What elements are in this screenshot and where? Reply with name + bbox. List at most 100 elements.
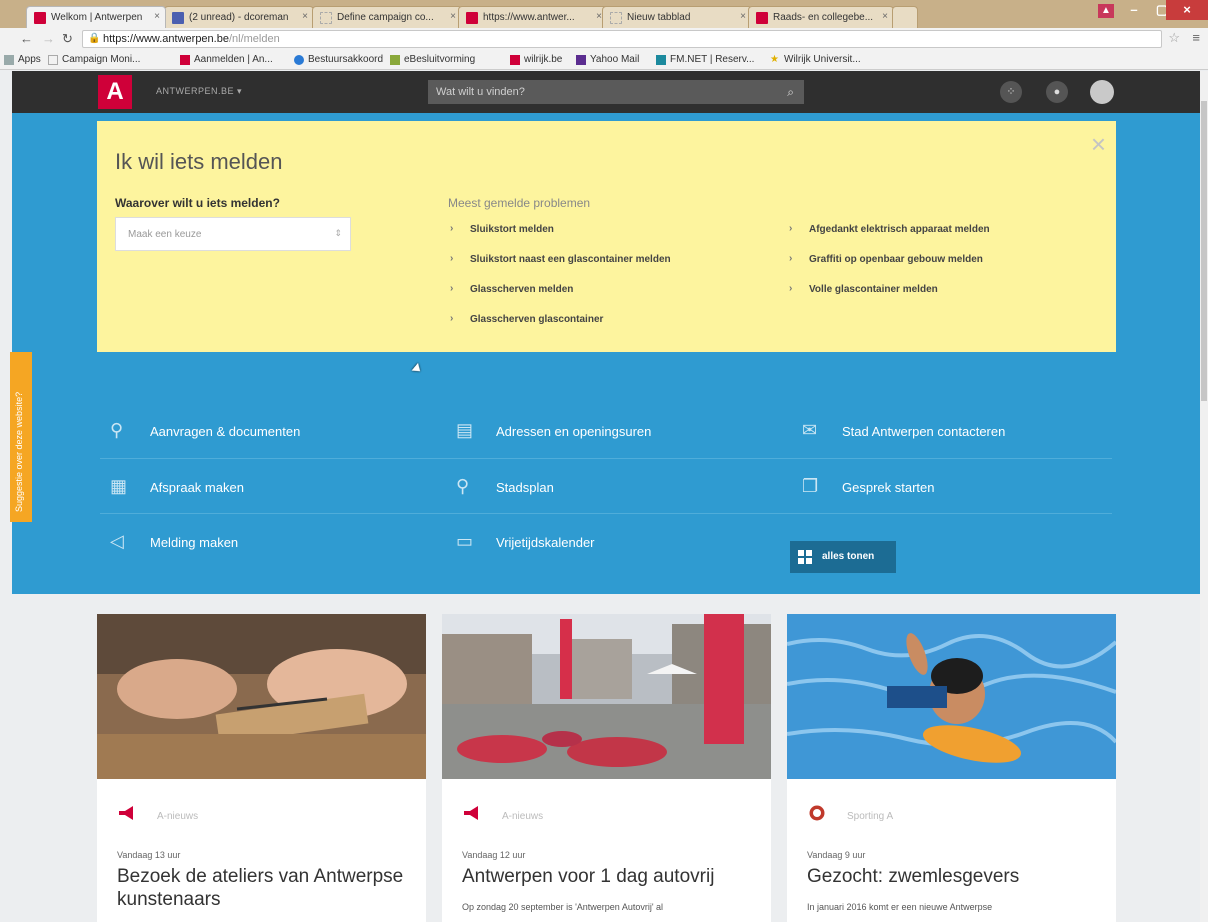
bookmark-item[interactable]: eBesluitvorming [390,54,475,65]
melden-link-label: Graffiti op openbaar gebouw melden [809,254,983,265]
antwerpen-favicon-icon [180,55,190,65]
chat-icon: ❐ [802,476,819,496]
select-placeholder: Maak een keuze [128,229,202,240]
close-window-button[interactable]: × [1166,0,1208,20]
close-tab-icon[interactable]: × [882,11,888,22]
news-title[interactable]: Antwerpen voor 1 dag autovrij [462,865,762,888]
melden-link[interactable]: › Volle glascontainer melden [787,283,938,295]
quick-link-stadsplan[interactable]: ⚲ Stadsplan [456,476,554,496]
bookmark-item[interactable]: Aanmelden | An... [180,54,273,65]
close-tab-icon[interactable]: × [450,11,456,22]
quick-link-aanvragen[interactable]: ⚲ Aanvragen & documenten [110,420,301,440]
antwerpen-logo[interactable]: A [98,75,132,109]
bookmark-label: Apps [18,54,41,65]
bookmark-item[interactable]: Yahoo Mail [576,54,639,65]
bookmark-label: Bestuursakkoord [308,54,384,65]
melden-link-label: Glasscherven glascontainer [470,314,604,325]
site-menu[interactable]: ANTWERPEN.BE ▾ [156,86,242,97]
melden-link[interactable]: › Glasscherven melden [448,283,573,295]
melden-link[interactable]: › Afgedankt elektrisch apparaat melden [787,223,990,235]
bookmark-label: FM.NET | Reserv... [670,54,755,65]
bookmarks-bar: Apps Campaign Moni... Aanmelden | An... … [0,50,1208,70]
bookmark-item[interactable]: FM.NET | Reserv... [656,54,754,65]
minimize-button[interactable]: – [1120,0,1148,20]
tab-label: Nieuw tabblad [627,12,691,23]
quick-link-melding[interactable]: ◁ Melding maken [110,531,238,551]
close-tab-icon[interactable]: × [154,11,160,22]
news-card[interactable]: Sporting A Vandaag 9 uur Gezocht: zwemle… [787,614,1116,922]
bookmark-item[interactable]: Bestuursakkoord [294,54,383,65]
browser-tab[interactable]: Raads- en collegebe... × [748,6,894,28]
news-title[interactable]: Gezocht: zwemlesgevers [807,865,1107,888]
bookmark-item[interactable]: Campaign Moni... [48,54,140,65]
melden-question: Waarover wilt u iets melden? [115,196,280,210]
melden-title: Ik wil iets melden [115,149,283,174]
page-icon [48,55,58,65]
browser-tab[interactable]: Welkom | Antwerpen × [26,6,166,28]
sporting-a-icon [809,805,825,821]
melden-link[interactable]: › Graffiti op openbaar gebouw melden [787,253,983,265]
scrollbar-thumb[interactable] [1201,101,1207,401]
page-scrollbar[interactable] [1200,71,1208,922]
url-path: /nl/melden [228,33,280,45]
megaphone-icon [119,806,133,820]
browser-tab[interactable]: Nieuw tabblad × [602,6,752,28]
search-icon[interactable]: ⌕ [787,85,794,100]
close-icon[interactable]: × [1091,129,1106,160]
quick-link-label: Adressen en openingsuren [496,424,652,439]
reload-icon[interactable]: ↻ [62,31,73,47]
quick-link-adressen[interactable]: ▤ Adressen en openingsuren [456,420,652,440]
quick-link-contacteren[interactable]: ✉ Stad Antwerpen contacteren [802,420,1005,440]
chevron-right-icon: › [450,313,454,324]
bookmark-item[interactable]: wilrijk.be [510,54,562,65]
apps-grid-icon [4,55,14,65]
map-pin-icon: ⚲ [456,476,470,496]
melden-link[interactable]: › Glasscherven glascontainer [448,313,604,325]
megaphone-icon [464,806,478,820]
menu-icon[interactable]: ≡ [1192,30,1200,45]
close-tab-icon[interactable]: × [740,11,746,22]
melden-link-label: Volle glascontainer melden [809,284,938,295]
close-tab-icon[interactable]: × [302,11,308,22]
site-search-input[interactable]: Wat wilt u vinden? ⌕ [428,80,804,104]
address-bar[interactable]: 🔒 https://www.antwerpen.be/nl/melden [82,30,1162,48]
browser-tab[interactable]: https://www.antwer... × [458,6,608,28]
new-tab-button[interactable] [892,6,918,28]
apps-grid-icon[interactable]: ⁘ [1000,81,1022,103]
melden-link[interactable]: › Sluikstort naast een glascontainer meld… [448,253,671,265]
quick-link-label: Aanvragen & documenten [150,424,301,439]
quick-link-gesprek[interactable]: ❐ Gesprek starten [802,476,935,496]
chevron-right-icon: › [450,223,454,234]
url-host: https://www.antwerpen.be [103,33,229,45]
back-icon[interactable]: ← [20,31,33,46]
news-category: A-nieuws [157,811,199,822]
melden-link-label: Sluikstort naast een glascontainer melde… [470,254,671,265]
news-title[interactable]: Bezoek de ateliers van Antwerpse kunsten… [117,865,417,911]
bookmark-star-icon[interactable]: ☆ [1168,30,1180,46]
browser-tab[interactable]: Define campaign co... × [312,6,462,28]
quick-link-afspraak[interactable]: ▦ Afspraak maken [110,476,244,496]
bookmark-label: Campaign Moni... [62,54,141,65]
ticket-icon: ▭ [456,531,474,551]
melden-select[interactable]: Maak een keuze ⇕ [115,217,351,251]
news-image-swimming [787,614,1116,779]
tab-label: Define campaign co... [337,12,434,23]
grid-icon [798,550,812,564]
show-all-button[interactable]: alles tonen [790,541,896,573]
browser-tab[interactable]: (2 unread) - dcoreman × [164,6,314,28]
settings-icon[interactable]: ● [1046,81,1068,103]
bookmark-label: Wilrijk Universit... [784,54,861,65]
news-card[interactable]: A-nieuws Vandaag 13 uur Bezoek de atelie… [97,614,426,922]
bookmark-item[interactable]: Apps [4,54,41,65]
news-card[interactable]: A-nieuws Vandaag 12 uur Antwerpen voor 1… [442,614,771,922]
forward-icon[interactable]: → [42,31,55,46]
melden-link[interactable]: › Sluikstort melden [448,223,554,235]
profile-icon[interactable]: ▲ [1098,4,1114,18]
yahoo-icon [576,55,586,65]
feedback-tab[interactable]: Suggestie over deze website? [10,352,32,522]
antwerpen-favicon-icon [466,12,478,24]
site-header: A ANTWERPEN.BE ▾ Wat wilt u vinden? ⌕ ⁘ … [12,71,1200,113]
avatar[interactable] [1090,80,1114,104]
quick-link-vrijetijd[interactable]: ▭ Vrijetijdskalender [456,531,595,551]
bookmark-item[interactable]: ★ Wilrijk Universit... [770,54,861,65]
